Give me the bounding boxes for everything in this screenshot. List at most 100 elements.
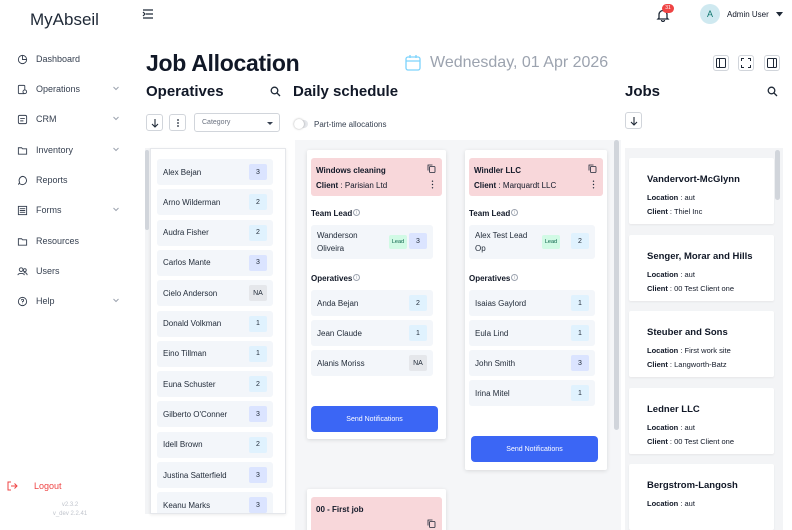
operative-row[interactable]: Gilberto O'Conner 3 <box>157 401 273 428</box>
location-label: Location <box>647 193 679 202</box>
sidebar-item-label: Users <box>36 266 60 276</box>
sidebar-item-operations[interactable]: Operations <box>16 78 126 100</box>
operative-row[interactable]: Arno Wilderman 2 <box>157 189 273 216</box>
job-name: Windler LLC <box>474 166 522 175</box>
job-card[interactable]: Windows cleaning Client : Parisian Ltd T… <box>307 150 446 439</box>
operative-slot[interactable]: Irina Mitel 1 <box>469 380 595 406</box>
job-list-card[interactable]: Vandervort-McGlynn Location : aut Client :… <box>629 158 774 224</box>
jobs-sort-button[interactable] <box>625 112 642 129</box>
kebab-menu-icon[interactable] <box>592 180 595 189</box>
operative-slot[interactable]: Alanis Moriss NA <box>311 350 433 376</box>
team-lead-heading: Team Lead i <box>469 209 519 218</box>
operative-row[interactable]: Keanu Marks 3 <box>157 492 273 513</box>
date-display[interactable]: Wednesday, 01 Apr 2026 <box>430 54 608 72</box>
job-card[interactable]: Windler LLC Client : Marquardt LLC Team … <box>465 150 607 470</box>
schedule-scrollbar[interactable] <box>614 140 619 430</box>
client-label: Client <box>474 181 497 190</box>
operative-row[interactable]: Idell Brown 2 <box>157 431 273 458</box>
operative-row[interactable]: Cielo Anderson NA <box>157 280 273 307</box>
operative-row[interactable]: Justina Satterfield 3 <box>157 462 273 488</box>
panel-toggle-button[interactable] <box>764 55 780 71</box>
team-lead-slot[interactable]: Wanderson Oliveira Lead 3 <box>311 225 433 259</box>
operative-row[interactable]: Carlos Mante 3 <box>157 249 273 276</box>
sidebar-item-users[interactable]: Users <box>16 260 126 282</box>
category-select[interactable]: Category <box>194 113 280 132</box>
collapse-menu-icon[interactable] <box>142 9 154 19</box>
sidebar-item-resources[interactable]: Resources <box>16 230 126 252</box>
job-list-card[interactable]: Bergstrom-Langosh Location : aut <box>629 464 774 530</box>
send-notifications-button[interactable]: Send Notifications <box>471 436 598 462</box>
info-icon[interactable]: i <box>353 274 361 281</box>
count-badge: 1 <box>571 325 589 341</box>
client-name: Parisian Ltd <box>344 181 388 190</box>
operative-row[interactable]: Euna Schuster 2 <box>157 371 273 398</box>
jobs-scrollbar[interactable] <box>775 150 780 200</box>
copy-icon[interactable] <box>427 164 436 173</box>
job-title: Senger, Morar and Hills <box>647 250 753 262</box>
send-notifications-button[interactable]: Send Notifications <box>311 406 438 432</box>
folder-icon <box>16 235 28 247</box>
kebab-menu-icon[interactable] <box>431 180 434 189</box>
operative-slot[interactable]: Eula Lind 1 <box>469 320 595 346</box>
job-title: Ledner LLC <box>647 403 700 415</box>
operative-row[interactable]: Audra Fisher 2 <box>157 219 273 246</box>
operatives-scrollbar[interactable] <box>145 150 149 230</box>
operatives-list[interactable]: Alex Bejan 3 Arno Wilderman 2 Audra Fisher 2 C… <box>150 148 286 514</box>
chevron-down-icon <box>113 116 119 121</box>
parttime-toggle[interactable] <box>294 119 308 129</box>
copy-icon[interactable] <box>588 164 597 173</box>
search-icon[interactable] <box>270 86 281 97</box>
count-badge: NA <box>249 285 267 302</box>
search-icon[interactable] <box>767 86 778 97</box>
sidebar-item-inventory[interactable]: Inventory <box>16 139 126 161</box>
job-client: Client : Marquardt LLC <box>474 181 557 190</box>
fullscreen-button[interactable] <box>738 55 754 71</box>
client-label: Client <box>647 283 668 293</box>
operative-name: Keanu Marks <box>163 500 211 510</box>
user-name[interactable]: Admin User <box>727 10 769 19</box>
sidebar-item-dashboard[interactable]: Dashboard <box>16 48 126 70</box>
job-list-card[interactable]: Steuber and Sons Location : First work si… <box>629 311 774 377</box>
count-badge: 3 <box>249 497 267 513</box>
operative-row[interactable]: Donald Volkman 1 <box>157 310 273 337</box>
job-list-card[interactable]: Ledner LLC Location : aut Client : 00 Test… <box>629 387 774 454</box>
sidebar-item-help[interactable]: Help <box>16 290 126 312</box>
operatives-label: Operatives <box>469 274 511 283</box>
operative-slot[interactable]: Jean Claude 1 <box>311 320 433 346</box>
sidebar-item-reports[interactable]: Reports <box>16 169 126 191</box>
version-text: v2.3.2 <box>61 502 79 508</box>
count-badge: 3 <box>249 164 267 180</box>
calendar-icon[interactable] <box>405 54 421 71</box>
logout-button[interactable]: Logout <box>6 480 62 492</box>
job-client: Client : Thiel Inc <box>647 207 703 216</box>
caret-down-icon[interactable] <box>776 12 783 17</box>
sidebar-item-forms[interactable]: Forms <box>16 199 126 221</box>
team-lead-slot[interactable]: Alex Test Lead Op Lead 2 <box>469 225 595 259</box>
copy-icon[interactable] <box>427 519 436 528</box>
operative-name: Audra Fisher <box>163 228 209 238</box>
count-badge: 3 <box>249 254 267 271</box>
operative-row[interactable]: Alex Bejan 3 <box>157 159 273 185</box>
operative-name: Isaias Gaylord <box>475 299 527 308</box>
info-icon[interactable]: i <box>511 209 519 216</box>
operative-slot[interactable]: Isaias Gaylord 1 <box>469 290 595 316</box>
info-icon[interactable]: i <box>511 274 519 281</box>
operative-slot[interactable]: Anda Bejan 2 <box>311 290 433 316</box>
kebab-menu-icon <box>176 118 179 127</box>
job-card[interactable]: 00 - First job <box>307 489 446 530</box>
operative-row[interactable]: Eino Tillman 1 <box>157 340 273 367</box>
info-icon[interactable]: i <box>353 209 361 216</box>
brand-logo[interactable]: MyAbseil <box>30 10 99 30</box>
sidebar-item-crm[interactable]: CRM <box>16 108 126 130</box>
job-list-card[interactable]: Senger, Morar and Hills Location : aut Cli… <box>629 234 774 301</box>
avatar[interactable]: A <box>700 4 720 24</box>
sort-button[interactable] <box>146 114 163 131</box>
logout-label: Logout <box>34 481 62 491</box>
count-badge: 1 <box>571 295 589 311</box>
layout-toggle-button[interactable] <box>713 55 729 71</box>
schedule-title: Daily schedule <box>293 83 399 100</box>
more-options-button[interactable] <box>169 114 186 131</box>
operative-slot[interactable]: John Smith 3 <box>469 350 595 376</box>
chat-icon <box>16 174 28 186</box>
sidebar-item-label: Forms <box>36 205 62 215</box>
